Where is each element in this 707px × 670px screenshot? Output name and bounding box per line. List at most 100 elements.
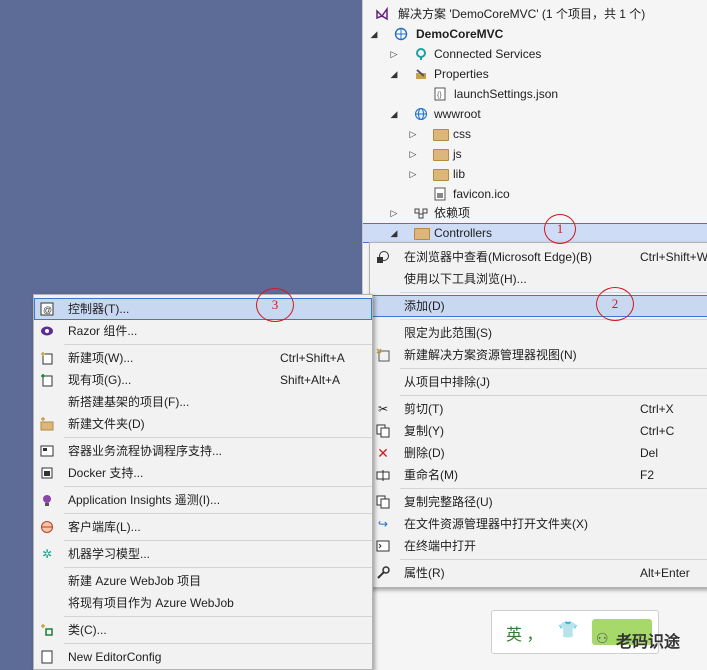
tree-node-js[interactable]: ▷ js — [363, 144, 707, 164]
expanded-arrow-icon[interactable]: ◢ — [389, 104, 399, 124]
copy-icon — [376, 424, 390, 438]
submenu-item-new-azure-webjob[interactable]: 新建 Azure WebJob 项目 — [34, 570, 372, 592]
collapsed-arrow-icon[interactable]: ▷ — [408, 144, 418, 164]
menu-label: 在文件资源管理器中打开文件夹(X) — [404, 517, 588, 531]
submenu-item-existing-as-webjob[interactable]: 将现有项目作为 Azure WebJob — [34, 592, 372, 614]
menu-separator — [400, 319, 707, 320]
submenu-item-new-folder[interactable]: 新建文件夹(D) — [34, 413, 372, 435]
menu-item-properties[interactable]: 属性(R) Alt+Enter — [370, 562, 707, 584]
existing-item-icon — [40, 373, 54, 387]
submenu-item-docker-support[interactable]: Docker 支持... — [34, 462, 372, 484]
menu-label: 新建解决方案资源管理器视图(N) — [404, 348, 577, 362]
submenu-item-new-item[interactable]: 新建项(W)... Ctrl+Shift+A — [34, 347, 372, 369]
tree-label: wwwroot — [434, 107, 481, 121]
client-library-globe-icon — [40, 520, 54, 534]
menu-item-new-solution-view[interactable]: 新建解决方案资源管理器视图(N) — [370, 344, 707, 366]
new-item-icon — [40, 351, 54, 365]
menu-item-add[interactable]: 添加(D) — [370, 295, 707, 317]
menu-item-open-in-explorer[interactable]: ↪ 在文件资源管理器中打开文件夹(X) — [370, 513, 707, 535]
editorconfig-file-icon — [40, 650, 54, 664]
tree-node-favicon[interactable]: favicon.ico — [363, 184, 707, 204]
menu-shortcut: Ctrl+Shift+W — [640, 250, 707, 264]
submenu-item-new-editorconfig[interactable]: New EditorConfig — [34, 646, 372, 668]
menu-label: 复制(Y) — [404, 424, 444, 438]
add-submenu: @ 控制器(T)... Razor 组件... 新建项(W)... Ctrl+S… — [33, 294, 373, 670]
image-file-icon — [433, 187, 447, 201]
connected-services-icon — [414, 47, 428, 61]
svg-text:{}: {} — [437, 92, 442, 99]
tree-node-properties[interactable]: ◢ Properties — [363, 64, 707, 84]
menu-item-delete[interactable]: ✕ 删除(D) Del — [370, 442, 707, 464]
wechat-watermark: ⚇ 老码识途 — [596, 628, 704, 651]
submenu-item-controller[interactable]: @ 控制器(T)... — [34, 298, 372, 320]
controller-icon: @ — [40, 302, 54, 316]
menu-separator — [400, 395, 707, 396]
wrench-properties-icon — [414, 67, 428, 81]
tree-node-css[interactable]: ▷ css — [363, 124, 707, 144]
expanded-arrow-icon[interactable]: ◢ — [389, 224, 399, 242]
menu-label: 容器业务流程协调程序支持... — [68, 444, 223, 458]
tree-node-dependencies[interactable]: ▷ 依赖项 — [363, 203, 707, 223]
menu-label: 现有项(G)... — [68, 373, 132, 387]
folder-icon — [414, 228, 430, 240]
project-node[interactable]: ◢ DemoCoreMVC — [363, 24, 707, 44]
submenu-item-ml-model[interactable]: ✲ 机器学习模型... — [34, 543, 372, 565]
menu-shortcut: F2 — [640, 468, 655, 482]
menu-label: 新建 Azure WebJob 项目 — [68, 574, 202, 588]
tree-node-lib[interactable]: ▷ lib — [363, 164, 707, 184]
menu-item-rename[interactable]: 重命名(M) F2 — [370, 464, 707, 486]
wechat-icon: ⚇ — [596, 630, 609, 646]
menu-item-exclude[interactable]: 从项目中排除(J) — [370, 371, 707, 393]
menu-item-copy[interactable]: 复制(Y) Ctrl+C — [370, 420, 707, 442]
tree-node-wwwroot[interactable]: ◢ wwwroot — [363, 104, 707, 124]
menu-shortcut: Ctrl+Shift+A — [280, 351, 345, 365]
solution-label: 解决方案 'DemoCoreMVC' (1 个项目，共 1 个) — [398, 7, 646, 21]
menu-shortcut: Shift+Alt+A — [280, 373, 341, 387]
tree-node-controllers[interactable]: ◢ Controllers — [363, 223, 707, 243]
solution-node[interactable]: 解决方案 'DemoCoreMVC' (1 个项目，共 1 个) — [363, 4, 707, 24]
folder-icon — [433, 169, 449, 181]
menu-item-browse-with[interactable]: 使用以下工具浏览(H)... — [370, 268, 707, 290]
submenu-item-new-scaffolded[interactable]: 新搭建基架的项目(F)... — [34, 391, 372, 413]
collapsed-arrow-icon[interactable]: ▷ — [408, 164, 418, 184]
menu-label: 添加(D) — [404, 299, 445, 313]
tree-node-connected-services[interactable]: ▷ Connected Services — [363, 44, 707, 64]
open-folder-arrow-icon: ↪ — [377, 517, 389, 531]
expanded-arrow-icon[interactable]: ◢ — [369, 24, 379, 44]
menu-item-view-in-browser[interactable]: 在浏览器中查看(Microsoft Edge)(B) Ctrl+Shift+W — [370, 246, 707, 268]
menu-item-cut[interactable]: ✂ 剪切(T) Ctrl+X — [370, 398, 707, 420]
submenu-item-class[interactable]: 类(C)... — [34, 619, 372, 641]
folder-icon — [433, 129, 449, 141]
ime-mode-label[interactable]: 英 ， — [506, 621, 542, 645]
collapsed-arrow-icon[interactable]: ▷ — [389, 44, 399, 64]
menu-shortcut: Alt+Enter — [640, 566, 690, 580]
docker-icon — [40, 466, 54, 480]
container-icon — [40, 444, 54, 458]
web-project-icon — [394, 27, 408, 41]
watermark-text: 老码识途 — [616, 634, 681, 651]
collapsed-arrow-icon[interactable]: ▷ — [389, 203, 399, 223]
menu-item-scope-to-this[interactable]: 限定为此范围(S) — [370, 322, 707, 344]
submenu-item-app-insights[interactable]: Application Insights 遥测(I)... — [34, 489, 372, 511]
menu-shortcut: Ctrl+C — [640, 424, 675, 438]
submenu-item-existing-item[interactable]: 现有项(G)... Shift+Alt+A — [34, 369, 372, 391]
expanded-arrow-icon[interactable]: ◢ — [389, 64, 399, 84]
submenu-item-container-orchestration[interactable]: 容器业务流程协调程序支持... — [34, 440, 372, 462]
menu-label: 重命名(M) — [404, 468, 458, 482]
menu-label: 新建项(W)... — [68, 351, 134, 365]
submenu-item-client-library[interactable]: 客户端库(L)... — [34, 516, 372, 538]
annotation-circle-3: 3 — [256, 288, 294, 322]
menu-separator — [64, 616, 372, 617]
menu-label: Razor 组件... — [68, 324, 138, 338]
submenu-item-razor-component[interactable]: Razor 组件... — [34, 320, 372, 342]
menu-item-copy-full-path[interactable]: 复制完整路径(U) — [370, 491, 707, 513]
collapsed-arrow-icon[interactable]: ▷ — [408, 124, 418, 144]
tree-node-launchsettings[interactable]: {} launchSettings.json — [363, 84, 707, 104]
menu-label: 控制器(T)... — [68, 302, 130, 316]
ime-shirt-icon[interactable]: 👕 — [558, 620, 578, 640]
tree-label: css — [453, 127, 471, 141]
menu-separator — [64, 567, 372, 568]
globe-icon — [414, 107, 428, 121]
rename-icon — [376, 468, 390, 482]
menu-item-open-in-terminal[interactable]: 在终端中打开 — [370, 535, 707, 557]
